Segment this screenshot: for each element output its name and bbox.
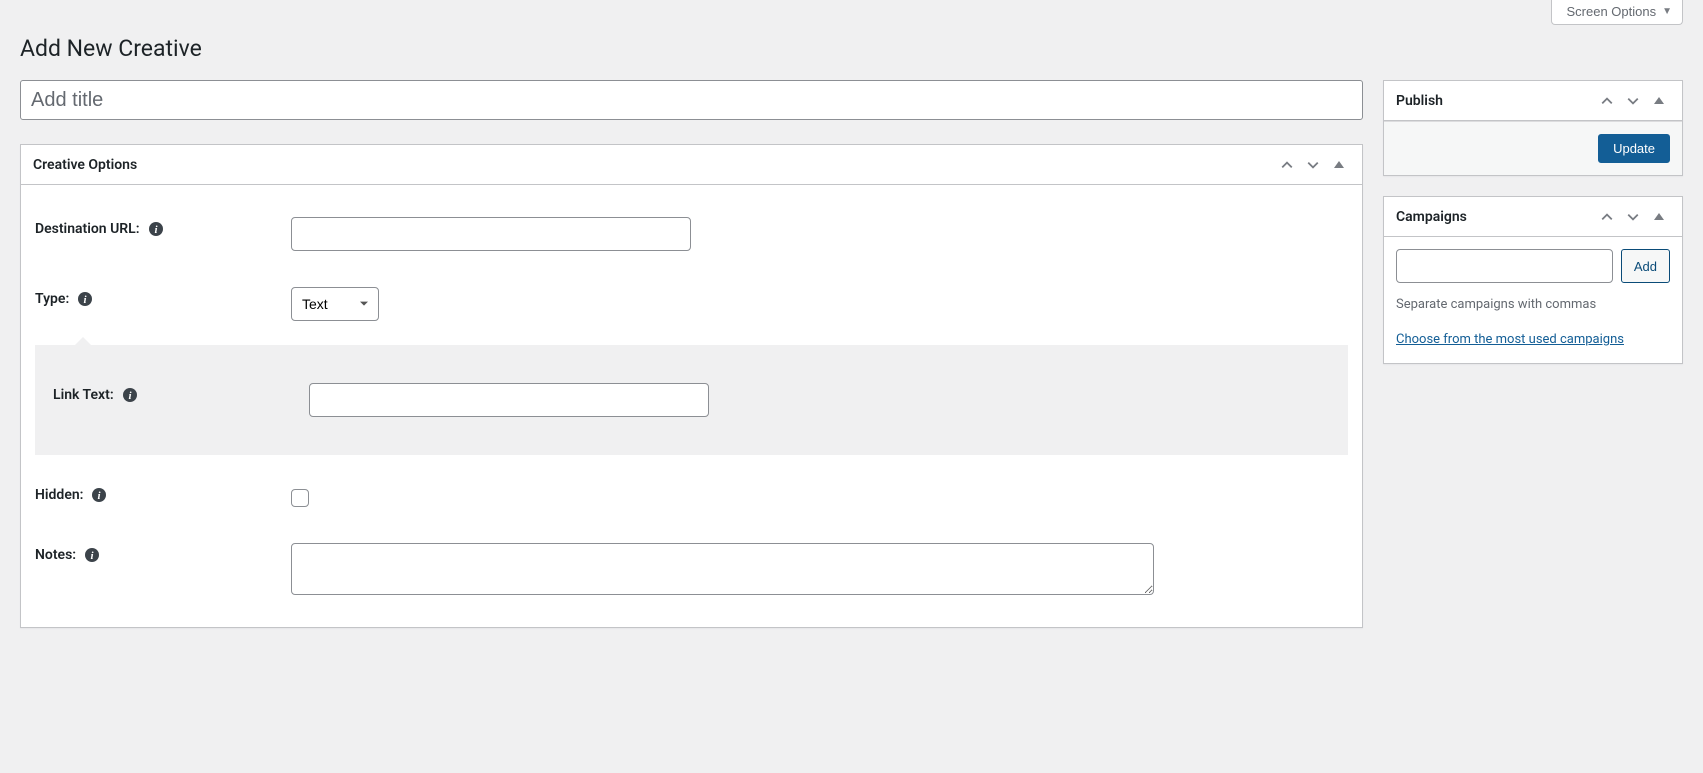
link-text-label: Link Text: [53, 387, 114, 403]
update-button[interactable]: Update [1598, 134, 1670, 163]
destination-url-input[interactable] [291, 217, 691, 251]
move-down-button[interactable] [1622, 90, 1644, 112]
triangle-up-icon [1334, 161, 1344, 168]
add-campaign-button[interactable]: Add [1621, 249, 1670, 283]
campaigns-header: Campaigns [1384, 197, 1682, 237]
triangle-up-icon [1654, 97, 1664, 104]
move-down-button[interactable] [1622, 206, 1644, 228]
screen-options-label: Screen Options [1566, 4, 1656, 19]
notes-row: Notes: i [35, 525, 1348, 613]
link-text-row: Link Text: i [53, 369, 1330, 431]
publish-panel: Publish Update [1383, 80, 1683, 176]
info-icon[interactable]: i [122, 387, 138, 403]
move-up-button[interactable] [1276, 154, 1298, 176]
toggle-panel-button[interactable] [1648, 206, 1670, 228]
notes-label: Notes: [35, 547, 76, 563]
chevron-up-icon [1598, 208, 1616, 226]
move-up-button[interactable] [1596, 90, 1618, 112]
creative-options-heading: Creative Options [33, 157, 137, 173]
toggle-panel-button[interactable] [1648, 90, 1670, 112]
chevron-down-icon [1624, 92, 1642, 110]
chevron-down-icon: ▼ [1662, 6, 1672, 17]
toggle-panel-button[interactable] [1328, 154, 1350, 176]
hidden-row: Hidden: i [35, 465, 1348, 525]
title-input[interactable] [20, 80, 1363, 120]
triangle-up-icon [1654, 213, 1664, 220]
info-icon[interactable]: i [77, 291, 93, 307]
chevron-up-icon [1278, 156, 1296, 174]
info-icon[interactable]: i [84, 547, 100, 563]
campaigns-panel: Campaigns Add Se [1383, 196, 1683, 364]
page-title: Add New Creative [20, 35, 1683, 62]
hidden-label: Hidden: [35, 487, 83, 503]
type-select[interactable]: Text [291, 287, 379, 321]
campaigns-heading: Campaigns [1396, 209, 1467, 225]
notes-textarea[interactable] [291, 543, 1154, 595]
choose-campaigns-link[interactable]: Choose from the most used campaigns [1396, 332, 1624, 347]
destination-url-row: Destination URL: i [35, 199, 1348, 269]
info-icon[interactable]: i [91, 487, 107, 503]
info-icon[interactable]: i [148, 221, 164, 237]
chevron-down-icon [1624, 208, 1642, 226]
creative-options-panel: Creative Options Destination U [20, 144, 1363, 628]
destination-url-label: Destination URL: [35, 221, 140, 237]
type-row: Type: i Text [35, 269, 1348, 339]
link-text-panel: Link Text: i [35, 345, 1348, 455]
publish-header: Publish [1384, 81, 1682, 121]
move-up-button[interactable] [1596, 206, 1618, 228]
link-text-input[interactable] [309, 383, 709, 417]
move-down-button[interactable] [1302, 154, 1324, 176]
publish-heading: Publish [1396, 93, 1443, 109]
campaigns-help-text: Separate campaigns with commas [1396, 297, 1670, 312]
campaigns-input[interactable] [1396, 249, 1613, 283]
hidden-checkbox[interactable] [291, 489, 309, 507]
chevron-up-icon [1598, 92, 1616, 110]
creative-options-header: Creative Options [21, 145, 1362, 185]
chevron-down-icon [1304, 156, 1322, 174]
type-label: Type: [35, 291, 69, 307]
screen-options-button[interactable]: Screen Options ▼ [1551, 0, 1683, 25]
